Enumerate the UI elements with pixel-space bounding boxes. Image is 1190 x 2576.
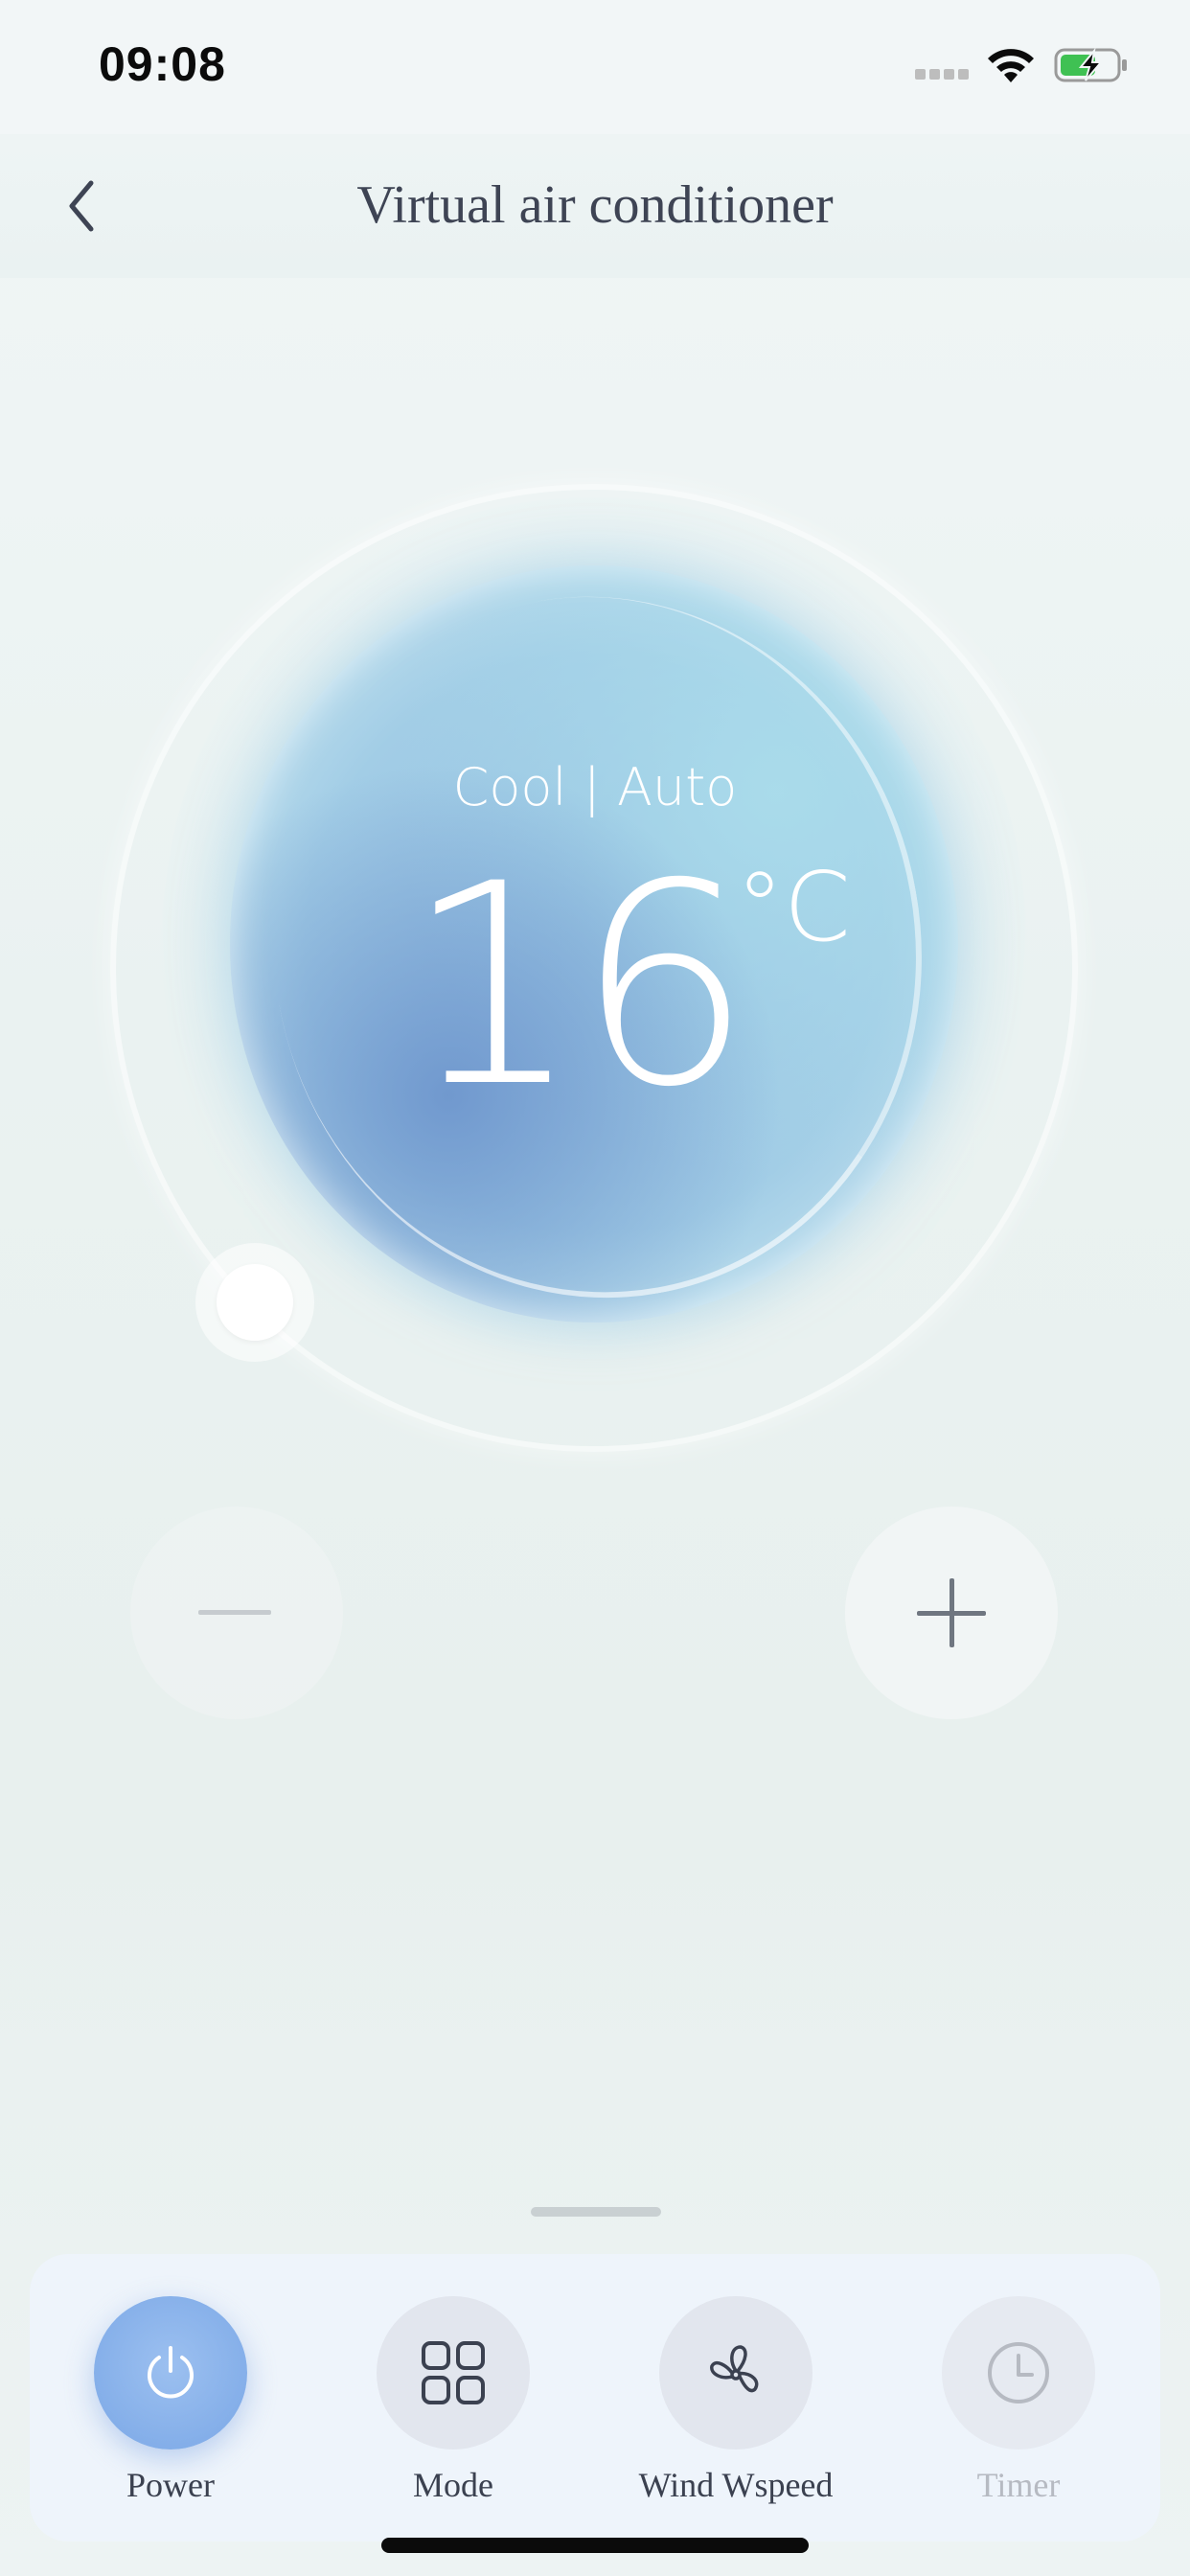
wind-speed-label: Wind Wspeed (638, 2466, 834, 2504)
cellular-signal-icon (915, 69, 971, 80)
mode-label: Mode (413, 2466, 493, 2504)
plus-icon (917, 1578, 986, 1647)
temperature-unit: °C (736, 851, 851, 963)
sheet-grabber[interactable] (531, 2207, 661, 2217)
wifi-icon (988, 49, 1034, 82)
mode-status-text: Cool | Auto (452, 757, 738, 817)
battery-charging-icon (1054, 47, 1127, 82)
wind-speed-button[interactable]: Wind Wspeed (630, 2296, 841, 2526)
mode-button[interactable]: Mode (348, 2296, 559, 2526)
temperature-slider-handle[interactable] (195, 1243, 314, 1362)
status-time: 09:08 (99, 37, 226, 91)
page-title: Virtual air conditioner (356, 175, 834, 235)
timer-button-circle (942, 2296, 1095, 2450)
home-indicator[interactable] (381, 2538, 809, 2553)
temperature-display: 16 °C (0, 843, 1190, 1131)
nav-bar: Virtual air conditioner (0, 134, 1190, 278)
temperature-value: 16 (404, 825, 752, 1148)
grid-icon (422, 2341, 485, 2404)
power-icon (148, 2346, 194, 2399)
fan-icon (710, 2345, 759, 2393)
power-label: Power (126, 2466, 215, 2504)
wind-speed-button-circle (659, 2296, 812, 2450)
mode-button-circle (377, 2296, 530, 2450)
minus-icon (198, 1610, 271, 1615)
timer-button[interactable]: Timer (913, 2296, 1124, 2526)
bottom-control-bar: Power Mode Wind Wspeed Timer (30, 2254, 1160, 2542)
power-button[interactable]: Power (65, 2296, 276, 2526)
clock-icon (988, 2342, 1049, 2404)
timer-label: Timer (976, 2466, 1061, 2504)
power-button-circle (94, 2296, 247, 2450)
status-bar: 09:08 (0, 0, 1190, 134)
decrease-temperature-button[interactable] (130, 1506, 343, 1719)
increase-temperature-button[interactable] (845, 1506, 1058, 1719)
